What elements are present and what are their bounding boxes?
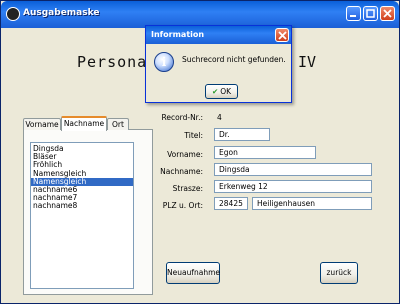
maximize-icon [366,9,375,18]
record-value: 4 [217,113,222,122]
nachname-field[interactable]: Dingsda [214,163,372,176]
name-list[interactable]: Dingsda Bläser Fröhlich Namensgleich Nam… [30,142,134,289]
info-icon: i [154,52,174,72]
information-dialog: Information i Suchrecord nicht gefunden.… [145,25,292,103]
plz-field[interactable]: 28425 [214,197,248,210]
new-record-button[interactable]: Neuaufnahme [166,262,220,284]
maximize-button[interactable] [363,6,378,21]
close-icon [278,31,287,40]
dialog-close-button[interactable] [275,28,289,42]
page-heading-tail: IV [298,53,317,71]
nachname-label: Nachname: [160,167,203,176]
ok-label: OK [220,87,232,96]
window-title: Ausgabemaske [23,8,100,18]
minimize-button[interactable] [346,6,361,21]
list-item[interactable]: nachname8 [31,202,133,210]
titel-field[interactable]: Dr. [214,128,270,141]
titel-label: Titel: [184,131,203,140]
main-window: Ausgabemaske Personal IV Vorname Nachnam… [0,0,400,304]
ort-field[interactable]: Heiligenhausen [252,197,372,210]
strasse-field[interactable]: Erkenweg 12 [214,180,372,193]
plz-label: PLZ u. Ort: [162,201,203,210]
record-label: Record-Nr.: [161,113,203,122]
vorname-field[interactable]: Egon [214,146,316,159]
strasse-label: Strasze: [172,184,203,193]
tab-nachname[interactable]: Nachname [61,116,107,131]
dialog-title-bar[interactable]: Information [146,26,291,44]
back-button[interactable]: zurück [320,262,358,284]
vorname-label: Vorname: [167,150,203,159]
app-icon [6,7,20,21]
tab-vorname[interactable]: Vorname [23,118,61,130]
dialog-title: Information [151,30,205,39]
checkmark-icon: ✔ [211,87,219,96]
title-bar[interactable]: Ausgabemaske [1,1,399,28]
dialog-message: Suchrecord nicht gefunden. [182,55,286,64]
ok-button[interactable]: ✔ OK [205,84,238,99]
close-button[interactable] [380,6,395,21]
close-icon [383,9,392,18]
tab-ort[interactable]: Ort [107,118,129,130]
minimize-icon [350,15,356,17]
